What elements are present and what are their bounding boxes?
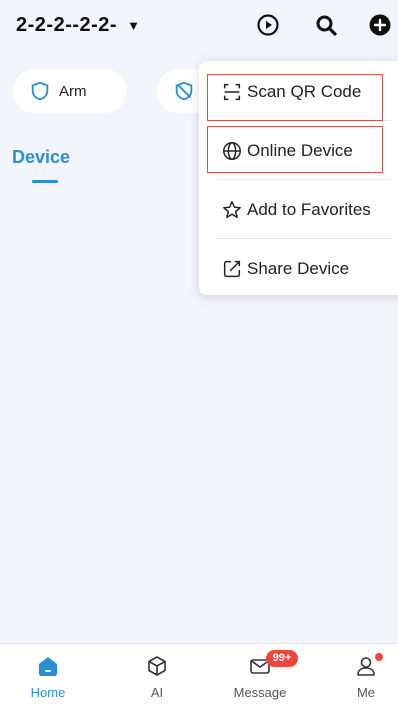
tab-active-indicator xyxy=(32,180,58,183)
tab-device[interactable]: Device xyxy=(12,147,70,168)
menu-item-share-device[interactable]: Share Device xyxy=(221,254,349,284)
add-icon[interactable] xyxy=(368,13,392,37)
message-badge: 99+ xyxy=(266,650,298,667)
menu-divider xyxy=(217,238,391,239)
cube-icon xyxy=(148,656,166,676)
nav-label: AI xyxy=(150,685,164,700)
nav-item-me[interactable]: Me xyxy=(326,644,398,704)
nav-label: Home xyxy=(30,685,66,700)
shield-icon xyxy=(31,81,49,101)
home-name: 2-2-2--2-2- xyxy=(16,14,118,36)
header: 2-2-2--2-2- ▼ xyxy=(0,0,398,56)
menu-divider xyxy=(217,179,391,180)
notification-dot xyxy=(375,653,383,661)
caret-down-icon: ▼ xyxy=(127,18,141,33)
star-icon xyxy=(223,201,241,219)
bottom-nav: Home AI 99+ Message Me xyxy=(0,643,398,704)
nav-item-message[interactable]: 99+ Message xyxy=(220,644,300,704)
nav-label: Me xyxy=(356,685,376,700)
nav-item-home[interactable]: Home xyxy=(8,644,88,704)
share-icon xyxy=(223,260,241,278)
play-icon[interactable] xyxy=(256,13,280,37)
nav-item-ai[interactable]: AI xyxy=(117,644,197,704)
arm-button[interactable]: Arm xyxy=(13,69,127,113)
highlight-box-online-device xyxy=(207,126,383,173)
home-selector[interactable]: 2-2-2--2-2- ▼ xyxy=(16,14,140,37)
search-icon[interactable] xyxy=(314,13,338,37)
nav-label: Message xyxy=(233,685,287,700)
menu-item-label: Add to Favorites xyxy=(247,200,371,219)
menu-item-label: Share Device xyxy=(247,259,350,278)
menu-item-add-to-favorites[interactable]: Add to Favorites xyxy=(221,195,371,225)
shield-off-icon xyxy=(175,81,193,101)
highlight-box-scan-qr-code xyxy=(207,74,383,121)
arm-label: Arm xyxy=(59,82,87,100)
home-icon xyxy=(39,657,57,676)
app-screen: 2-2-2--2-2- ▼ Arm Device Scan QR Code On… xyxy=(0,0,398,704)
